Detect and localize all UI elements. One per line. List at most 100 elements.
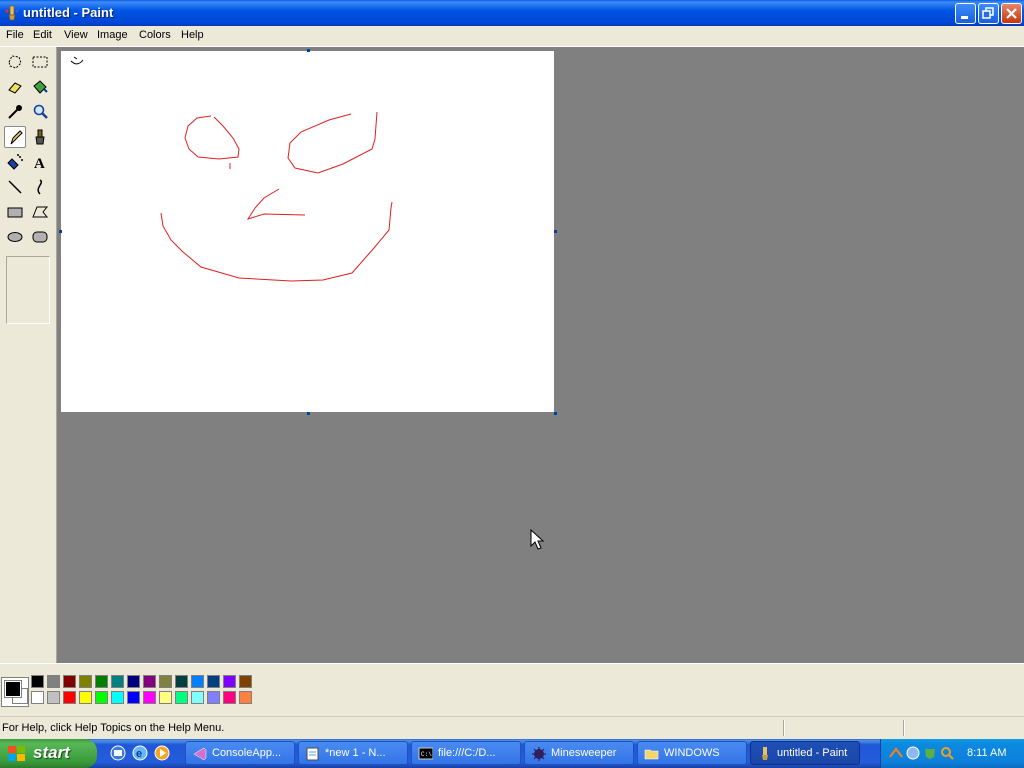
palette-color-swatch[interactable] (175, 675, 188, 688)
task-label: Minesweeper (551, 747, 617, 759)
left-eye-stroke (184, 115, 240, 160)
magnifier-icon (33, 104, 48, 119)
paint-bucket-icon (33, 80, 48, 94)
palette-color-swatch[interactable] (239, 675, 252, 688)
resize-handle-corner[interactable] (554, 412, 557, 415)
tray-search-icon[interactable] (940, 746, 954, 760)
rounded-rectangle-tool[interactable] (29, 226, 51, 248)
resize-handle-top (307, 49, 310, 52)
airbrush-tool[interactable] (4, 151, 26, 173)
minimize-button[interactable] (955, 3, 976, 24)
menu-image[interactable]: Image (97, 29, 128, 41)
resize-handle-bottom[interactable] (307, 412, 310, 415)
clock: 8:11 AM (967, 747, 1007, 759)
palette-color-swatch[interactable] (159, 691, 172, 704)
canvas-workspace (57, 47, 1024, 663)
palette-color-swatch[interactable] (207, 691, 220, 704)
tray-network-icon[interactable] (906, 746, 920, 760)
task-windows-folder[interactable]: WINDOWS (637, 741, 747, 765)
menu-help[interactable]: Help (181, 29, 204, 41)
palette-color-swatch[interactable] (127, 675, 140, 688)
palette-color-swatch[interactable] (31, 691, 44, 704)
tray-shield-icon[interactable] (923, 746, 937, 760)
visual-studio-icon (193, 747, 207, 761)
nose-stroke (246, 188, 306, 220)
drawing-strokes (70, 56, 393, 282)
rectangle-tool[interactable] (4, 201, 26, 223)
start-button[interactable]: start (0, 739, 97, 768)
stray-pencil-mark (70, 56, 84, 65)
palette-color-swatch[interactable] (143, 691, 156, 704)
eraser-tool[interactable] (4, 76, 26, 98)
mouse-cursor-icon (530, 529, 544, 550)
line-icon (8, 180, 22, 194)
palette-color-swatch[interactable] (95, 675, 108, 688)
menu-colors[interactable]: Colors (139, 29, 171, 41)
foreground-color-swatch[interactable] (4, 680, 22, 698)
magnifier-tool[interactable] (29, 101, 51, 123)
task-minesweeper[interactable]: Minesweeper (524, 741, 634, 765)
palette-color-swatch[interactable] (63, 675, 76, 688)
title-bar[interactable]: untitled - Paint (0, 0, 1024, 26)
palette-color-swatch[interactable] (143, 675, 156, 688)
ellipse-tool[interactable] (4, 226, 26, 248)
text-tool[interactable]: A (29, 151, 51, 173)
curve-tool[interactable] (29, 176, 51, 198)
palette-color-swatch[interactable] (79, 691, 92, 704)
svg-text:A: A (34, 156, 45, 171)
palette-color-swatch[interactable] (95, 691, 108, 704)
palette-color-swatch[interactable] (159, 675, 172, 688)
pencil-icon (10, 130, 23, 145)
palette-color-swatch[interactable] (207, 675, 220, 688)
free-form-select-icon (8, 55, 22, 69)
drawing-canvas[interactable] (61, 51, 554, 412)
internet-explorer-icon[interactable]: e (132, 745, 148, 761)
fill-tool[interactable] (29, 76, 51, 98)
resize-handle-right[interactable] (554, 230, 557, 233)
close-button[interactable] (1001, 3, 1022, 24)
pencil-tool[interactable] (4, 126, 26, 148)
taskbar: start e ConsoleApp... *new 1 - N... C:\ … (0, 739, 1024, 768)
task-console[interactable]: C:\ file:///C:/D... (411, 741, 521, 765)
menu-edit[interactable]: Edit (33, 29, 52, 41)
task-label: untitled - Paint (777, 747, 848, 759)
menu-file[interactable]: File (6, 29, 24, 41)
color-palette-bar (0, 663, 1024, 714)
tray-app-icon[interactable] (889, 746, 903, 760)
media-player-icon[interactable] (154, 745, 170, 761)
tool-options-box[interactable] (6, 256, 50, 324)
palette-color-swatch[interactable] (223, 691, 236, 704)
show-desktop-icon[interactable] (110, 745, 126, 761)
start-label: start (33, 743, 70, 762)
palette-color-swatch[interactable] (191, 675, 204, 688)
task-label: WINDOWS (664, 747, 720, 759)
palette-color-swatch[interactable] (127, 691, 140, 704)
palette-color-swatch[interactable] (175, 691, 188, 704)
palette-color-swatch[interactable] (191, 691, 204, 704)
pick-color-tool[interactable] (4, 101, 26, 123)
line-tool[interactable] (4, 176, 26, 198)
palette-color-swatch[interactable] (239, 691, 252, 704)
palette-color-swatch[interactable] (31, 675, 44, 688)
brush-icon (35, 129, 45, 145)
palette-color-swatch[interactable] (63, 691, 76, 704)
palette-color-swatch[interactable] (111, 675, 124, 688)
polygon-tool[interactable] (29, 201, 51, 223)
free-form-select-tool[interactable] (4, 51, 26, 73)
task-label: *new 1 - N... (325, 747, 386, 759)
palette-color-swatch[interactable] (47, 675, 60, 688)
brush-tool[interactable] (29, 126, 51, 148)
task-consoleapp[interactable]: ConsoleApp... (185, 741, 295, 765)
task-paint[interactable]: untitled - Paint (750, 741, 860, 765)
eyedropper-icon (8, 105, 22, 119)
restore-button[interactable] (978, 3, 999, 24)
palette-color-swatch[interactable] (47, 691, 60, 704)
current-colors-box[interactable] (1, 677, 29, 707)
menu-view[interactable]: View (64, 29, 88, 41)
task-notepad[interactable]: *new 1 - N... (298, 741, 408, 765)
select-tool[interactable] (29, 51, 51, 73)
palette-color-swatch[interactable] (79, 675, 92, 688)
status-bar: For Help, click Help Topics on the Help … (0, 716, 1024, 740)
palette-color-swatch[interactable] (223, 675, 236, 688)
palette-color-swatch[interactable] (111, 691, 124, 704)
